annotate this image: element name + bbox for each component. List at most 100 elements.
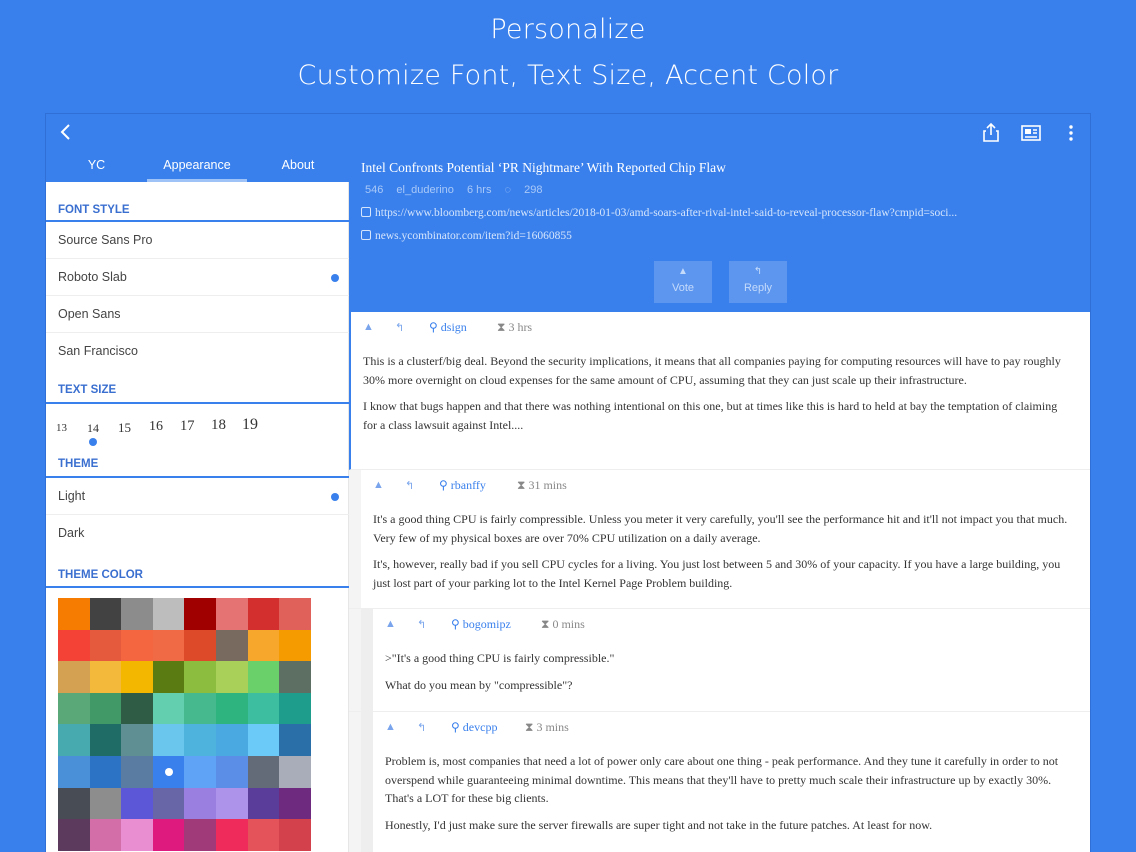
- story-author[interactable]: el_duderino: [396, 184, 454, 196]
- color-swatch[interactable]: [216, 756, 248, 788]
- color-swatch[interactable]: [184, 629, 216, 662]
- color-swatch[interactable]: [89, 692, 122, 725]
- color-swatch[interactable]: [216, 661, 248, 693]
- color-swatch[interactable]: [247, 598, 280, 630]
- color-swatch[interactable]: [89, 661, 122, 693]
- color-swatch[interactable]: [184, 819, 216, 851]
- color-swatch[interactable]: [89, 756, 122, 788]
- color-swatch[interactable]: [216, 598, 248, 630]
- color-swatch[interactable]: [121, 692, 153, 725]
- reply-icon[interactable]: ↰: [395, 321, 404, 334]
- color-swatch[interactable]: [152, 598, 185, 630]
- color-swatch[interactable]: [58, 756, 90, 788]
- text-size-14[interactable]: 14: [87, 421, 99, 436]
- chevron-left-icon[interactable]: [54, 120, 78, 144]
- color-swatch[interactable]: [184, 787, 216, 820]
- comment-user[interactable]: ⚲ devcpp: [451, 720, 497, 735]
- color-swatch[interactable]: [152, 724, 185, 756]
- color-swatch[interactable]: [279, 787, 311, 820]
- color-swatch[interactable]: [58, 724, 90, 756]
- color-swatch[interactable]: [184, 598, 216, 630]
- color-swatch[interactable]: [89, 629, 122, 662]
- reply-icon[interactable]: ↰: [405, 479, 414, 492]
- reader-icon[interactable]: [1019, 121, 1043, 145]
- font-option-open-sans[interactable]: Open Sans: [46, 296, 349, 333]
- reply-button[interactable]: ↰ Reply: [729, 261, 787, 303]
- comment-user[interactable]: ⚲ bogomipz: [451, 617, 511, 632]
- color-swatch[interactable]: [279, 629, 311, 662]
- color-swatch[interactable]: [121, 787, 153, 820]
- text-size-16[interactable]: 16: [149, 419, 163, 435]
- color-swatch[interactable]: [89, 598, 122, 630]
- color-swatch[interactable]: [121, 724, 153, 756]
- color-swatch[interactable]: [121, 661, 153, 693]
- story-title[interactable]: Intel Confronts Potential ‘PR Nightmare’…: [361, 160, 726, 176]
- color-swatch[interactable]: [184, 692, 216, 725]
- color-swatch[interactable]: [152, 819, 185, 851]
- color-swatch[interactable]: [279, 819, 311, 851]
- color-swatch[interactable]: [216, 819, 248, 851]
- color-swatch[interactable]: [247, 724, 280, 756]
- color-swatch[interactable]: [58, 692, 90, 725]
- color-swatch[interactable]: [247, 661, 280, 693]
- upvote-icon[interactable]: ▲: [385, 721, 396, 733]
- theme-option-light[interactable]: Light: [46, 478, 349, 515]
- font-option-san-francisco[interactable]: San Francisco: [46, 333, 349, 370]
- color-swatch[interactable]: [279, 598, 311, 630]
- color-swatch[interactable]: [216, 692, 248, 725]
- font-option-roboto-slab[interactable]: Roboto Slab: [46, 259, 349, 296]
- hn-url-link[interactable]: news.ycombinator.com/item?id=16060855: [361, 230, 572, 242]
- tab-yc[interactable]: YC: [46, 152, 147, 182]
- color-swatch[interactable]: [184, 661, 216, 693]
- color-swatch[interactable]: [58, 629, 90, 662]
- color-swatch[interactable]: [184, 756, 216, 788]
- color-swatch[interactable]: [121, 756, 153, 788]
- font-option-source-sans-pro[interactable]: Source Sans Pro: [46, 222, 349, 259]
- color-swatch[interactable]: [152, 756, 185, 788]
- comment-user[interactable]: ⚲ dsign: [429, 320, 467, 335]
- color-swatch[interactable]: [216, 787, 248, 820]
- color-swatch[interactable]: [216, 724, 248, 756]
- color-swatch[interactable]: [152, 629, 185, 662]
- color-swatch[interactable]: [279, 692, 311, 725]
- comment-user[interactable]: ⚲ rbanffy: [439, 478, 486, 493]
- upvote-icon[interactable]: ▲: [363, 321, 374, 333]
- color-swatch[interactable]: [58, 819, 90, 851]
- color-swatch[interactable]: [247, 692, 280, 725]
- color-swatch[interactable]: [89, 787, 122, 820]
- color-swatch[interactable]: [152, 692, 185, 725]
- color-swatch[interactable]: [121, 819, 153, 851]
- color-swatch[interactable]: [247, 819, 280, 851]
- text-size-17[interactable]: 17: [180, 418, 195, 435]
- story-url-link[interactable]: https://www.bloomberg.com/news/articles/…: [361, 207, 957, 219]
- color-swatch[interactable]: [152, 787, 185, 820]
- color-swatch[interactable]: [279, 724, 311, 756]
- color-swatch[interactable]: [58, 787, 90, 820]
- text-size-18[interactable]: 18: [211, 417, 226, 434]
- vote-button[interactable]: ▲ Vote: [654, 261, 712, 303]
- color-swatch[interactable]: [247, 787, 280, 820]
- upvote-icon[interactable]: ▲: [373, 479, 384, 491]
- text-size-13[interactable]: 13: [56, 422, 67, 434]
- color-swatch[interactable]: [247, 629, 280, 662]
- reply-icon[interactable]: ↰: [417, 618, 426, 631]
- color-swatch[interactable]: [89, 819, 122, 851]
- color-swatch[interactable]: [121, 598, 153, 630]
- color-swatch[interactable]: [89, 724, 122, 756]
- tab-about[interactable]: About: [247, 152, 349, 182]
- upvote-icon[interactable]: ▲: [385, 618, 396, 630]
- share-icon[interactable]: [979, 121, 1003, 145]
- color-swatch[interactable]: [184, 724, 216, 756]
- theme-option-dark[interactable]: Dark: [46, 515, 349, 552]
- color-swatch[interactable]: [58, 598, 90, 630]
- color-swatch[interactable]: [152, 661, 185, 693]
- tab-appearance[interactable]: Appearance: [147, 152, 247, 182]
- text-size-19[interactable]: 19: [242, 416, 258, 434]
- color-swatch[interactable]: [58, 661, 90, 693]
- reply-icon[interactable]: ↰: [417, 721, 426, 734]
- color-swatch[interactable]: [279, 661, 311, 693]
- color-swatch[interactable]: [121, 629, 153, 662]
- more-vertical-icon[interactable]: [1059, 121, 1083, 145]
- text-size-15[interactable]: 15: [118, 420, 131, 436]
- color-swatch[interactable]: [247, 756, 280, 788]
